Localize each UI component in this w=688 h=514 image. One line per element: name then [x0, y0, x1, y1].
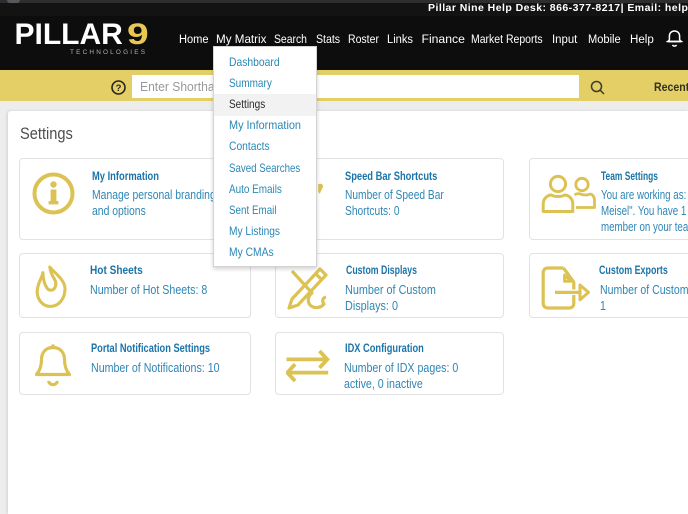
svg-text:?: ?: [116, 83, 122, 94]
